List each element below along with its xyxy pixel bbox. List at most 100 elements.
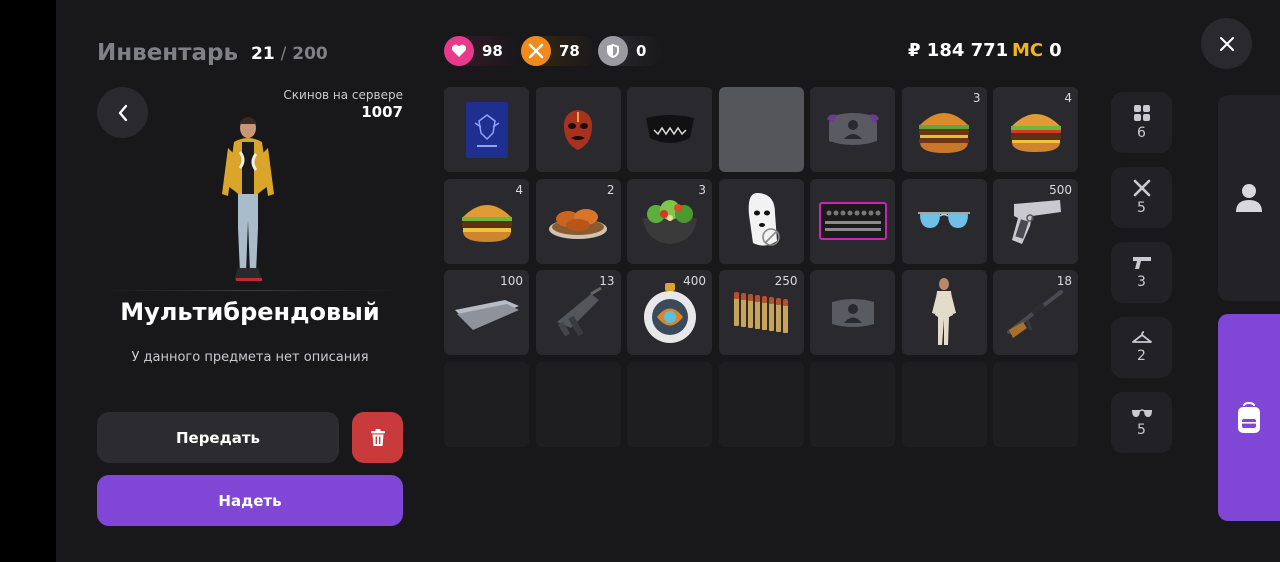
burger-icon <box>1010 113 1061 152</box>
slots-separator: / <box>280 44 287 64</box>
category-count: 3 <box>1137 274 1146 290</box>
cutlery-icon <box>521 36 551 66</box>
inventory-slot-selected[interactable] <box>718 87 804 172</box>
decor-ball-icon <box>643 282 696 343</box>
inventory-slot[interactable] <box>810 178 895 264</box>
skins-on-server-value: 1007 <box>361 103 403 121</box>
pistol-icon <box>1011 200 1061 244</box>
empty-slot <box>901 361 987 447</box>
page-title: Инвентарь <box>97 40 239 66</box>
burger-icon <box>461 205 512 242</box>
equip-button[interactable]: Надеть <box>97 475 403 526</box>
item-quantity: 18 <box>1056 274 1072 288</box>
transfer-button[interactable]: Передать <box>97 412 339 463</box>
money-balance: ₽ 184 771 <box>908 40 1009 61</box>
category-count: 6 <box>1137 125 1146 141</box>
metal-sheet-icon <box>454 299 519 330</box>
passport-icon <box>465 101 508 158</box>
item-description: У данного предмета нет описания <box>131 350 369 365</box>
ammo-icon <box>734 291 788 333</box>
skins-on-server-label: Скинов на сервере <box>283 88 403 102</box>
category-count: 5 <box>1137 422 1146 438</box>
black-mask-icon <box>645 114 694 143</box>
inventory-slot[interactable] <box>718 178 804 264</box>
inventory-slot[interactable]: 400 <box>627 270 712 355</box>
salad-icon <box>642 200 697 244</box>
empty-slot <box>535 361 621 447</box>
inventory-slot[interactable] <box>810 87 895 172</box>
item-quantity: 250 <box>774 274 798 288</box>
category-clothes[interactable]: 2 <box>1111 317 1172 378</box>
inventory-slot[interactable]: 13 <box>535 270 621 355</box>
empty-slot <box>444 361 529 447</box>
accessory-icon <box>831 298 874 327</box>
inventory-slot[interactable] <box>810 270 895 355</box>
inventory-slot[interactable]: 18 <box>993 270 1078 355</box>
item-quantity: 4 <box>515 182 523 197</box>
inventory-slot[interactable]: 250 <box>718 270 804 355</box>
category-count: 5 <box>1137 200 1146 216</box>
category-guns[interactable]: 3 <box>1111 242 1172 303</box>
mc-balance: MC 0 <box>1012 40 1062 61</box>
balaclava-icon <box>748 193 780 246</box>
item-quantity: 13 <box>599 274 615 288</box>
toolkit-icon <box>818 202 887 240</box>
armor-value: 0 <box>636 42 647 60</box>
inventory-slot[interactable]: 4 <box>993 87 1078 172</box>
hanger-icon <box>1131 331 1152 343</box>
gun-icon <box>1132 257 1151 269</box>
user-icon <box>1236 184 1262 212</box>
category-accessories[interactable]: 5 <box>1111 392 1172 453</box>
empty-slot <box>810 361 895 447</box>
slots-used: 21 <box>251 44 275 64</box>
trash-icon <box>370 428 385 446</box>
inventory-slot[interactable]: 100 <box>444 270 529 355</box>
rifle-icon <box>1006 289 1063 338</box>
glasses-icon <box>1131 409 1152 417</box>
empty-slot <box>627 361 712 447</box>
inventory-slot[interactable]: 3 <box>627 178 712 264</box>
food-value: 78 <box>559 42 580 60</box>
left-edge <box>0 0 56 562</box>
red-mask-icon <box>563 109 593 150</box>
delete-button[interactable] <box>352 412 403 463</box>
backpack-icon <box>1238 401 1260 433</box>
cap-icon <box>826 112 879 145</box>
empty-slot <box>993 361 1078 447</box>
mc-label: MC <box>1012 40 1044 61</box>
item-quantity: 100 <box>500 274 523 288</box>
inventory-slot[interactable]: 2 <box>535 178 621 264</box>
grid-icon <box>1133 105 1150 121</box>
inventory-slot[interactable]: 4 <box>444 178 529 264</box>
empty-slot <box>718 361 804 447</box>
item-quantity: 3 <box>972 91 981 105</box>
close-button[interactable] <box>1201 18 1252 69</box>
smg-icon <box>557 286 602 337</box>
inventory-slot[interactable] <box>901 178 987 264</box>
chevron-left-icon <box>118 104 127 121</box>
inventory-slot[interactable] <box>535 87 621 172</box>
item-name: Мультибрендовый <box>120 298 380 326</box>
inventory-slot[interactable] <box>901 270 987 355</box>
back-button[interactable] <box>97 87 148 138</box>
shield-icon <box>598 36 628 66</box>
tab-inventory[interactable] <box>1218 314 1280 521</box>
character-preview <box>222 117 274 281</box>
inventory-slot[interactable]: 3 <box>901 87 987 172</box>
divider <box>97 290 403 291</box>
inventory-slot[interactable]: 500 <box>993 178 1078 264</box>
slots-max: 200 <box>292 44 328 64</box>
category-weapons[interactable]: 5 <box>1111 167 1172 228</box>
category-all[interactable]: 6 <box>1111 92 1172 153</box>
sunglasses-icon <box>918 212 970 228</box>
item-quantity: 400 <box>683 274 706 288</box>
inventory-slot[interactable] <box>444 87 529 172</box>
armor-stat: 0 <box>598 36 665 66</box>
item-quantity: 2 <box>606 182 615 197</box>
skin-icon <box>932 277 956 345</box>
inventory-slot[interactable] <box>627 87 712 172</box>
health-stat: 98 <box>444 36 521 66</box>
weapons-icon <box>1133 179 1150 197</box>
tab-character[interactable] <box>1218 95 1280 301</box>
food-stat: 78 <box>521 36 598 66</box>
